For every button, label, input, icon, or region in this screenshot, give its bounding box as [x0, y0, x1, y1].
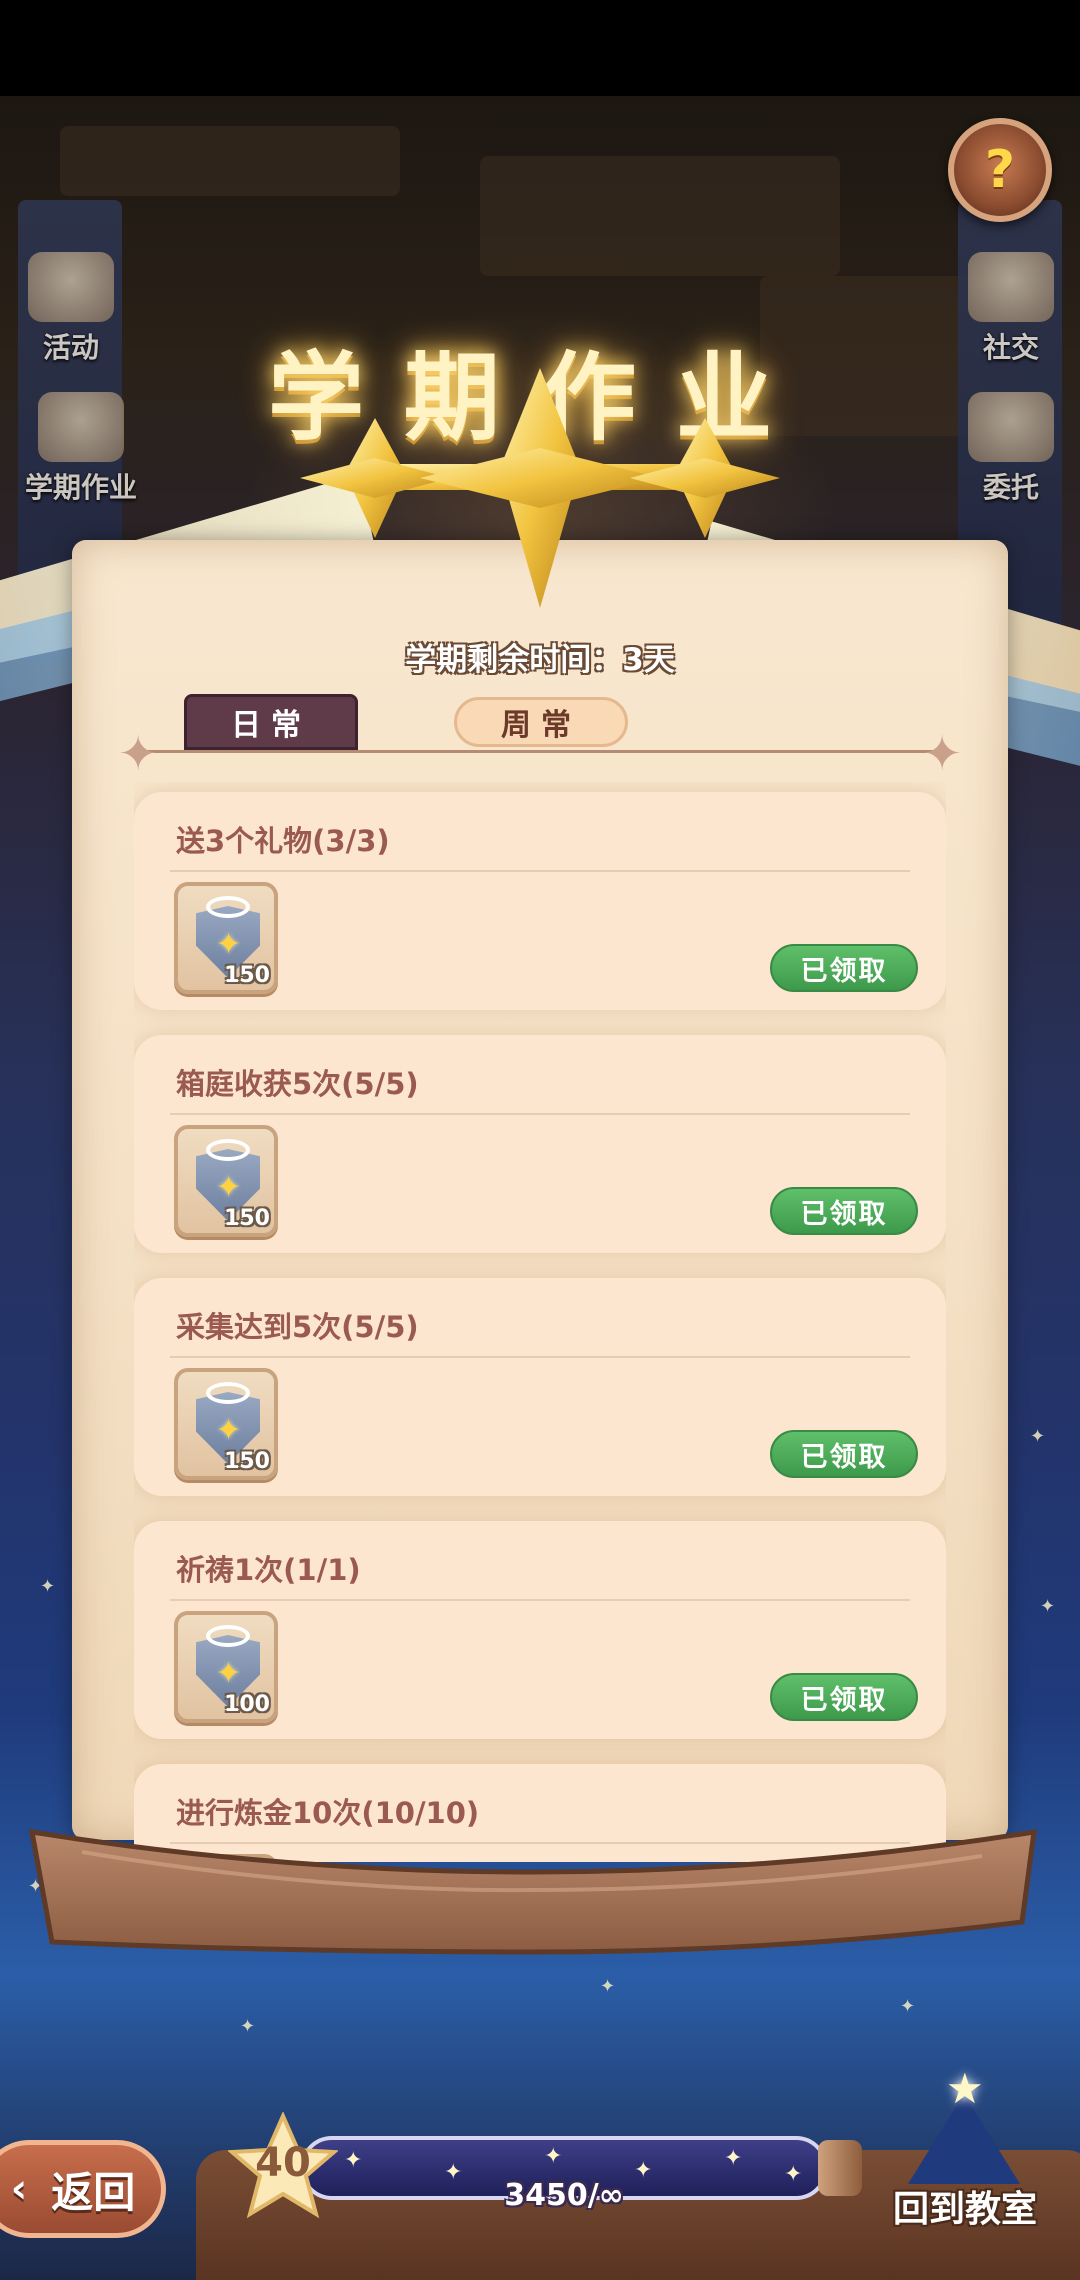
question-icon: ? [984, 140, 1016, 200]
star-gem-icon: ✦ [216, 927, 242, 962]
bow-icon [206, 1625, 250, 1647]
bow-icon [206, 1382, 250, 1404]
social-icon [968, 252, 1054, 322]
task-card: 送3个礼物(3/3) ✦ 150 已领取 [134, 792, 946, 1010]
claimed-button[interactable]: 已领取 [770, 944, 918, 992]
divider [170, 870, 910, 872]
claimed-button[interactable]: 已领取 [770, 1673, 918, 1721]
task-card: 采集达到5次(5/5) ✦ 150 已领取 [134, 1278, 946, 1496]
task-title: 采集达到5次(5/5) [176, 1310, 419, 1344]
star-gem-icon: ✦ [216, 1656, 242, 1691]
chevron-left-icon: ‹ [10, 2166, 28, 2212]
reward-item[interactable]: ✦ 150 [174, 1125, 278, 1237]
back-button[interactable]: ‹ 返回 [0, 2140, 166, 2238]
tab-underline [134, 750, 944, 753]
semester-remaining-time: 学期剩余时间：3天 [405, 642, 675, 678]
event-icon [28, 252, 114, 322]
star-gem-icon: ✦ [216, 1413, 242, 1448]
reward-amount: 150 [224, 963, 270, 988]
task-title: 祈祷1次(1/1) [176, 1553, 361, 1587]
task-list[interactable]: 送3个礼物(3/3) ✦ 150 已领取 箱庭收获5次(5/5) ✦ 150 已… [134, 782, 946, 1862]
task-title: 箱庭收获5次(5/5) [176, 1067, 419, 1101]
reward-item[interactable]: ✦ 100 [174, 1611, 278, 1723]
classroom-label: 回到教室 [892, 2189, 1037, 2230]
tab-daily[interactable]: 日常 [184, 694, 358, 750]
side-btn-label: 委托 [982, 471, 1039, 504]
star-icon: ★ [946, 2064, 984, 2113]
reward-amount: 150 [224, 1449, 270, 1474]
reward-item[interactable]: ✦ 150 [174, 882, 278, 994]
reward-amount: 150 [224, 1206, 270, 1231]
status-bar [0, 0, 1080, 96]
bow-icon [206, 896, 250, 918]
divider [170, 1356, 910, 1358]
divider [170, 1113, 910, 1115]
back-label: 返回 [51, 2167, 136, 2217]
diamond-ornament-icon: ✦ [118, 726, 159, 782]
claimed-button[interactable]: 已领取 [770, 1187, 918, 1235]
tab-weekly[interactable]: 周常 [454, 697, 628, 747]
task-card: 祈祷1次(1/1) ✦ 100 已领取 [134, 1521, 946, 1739]
star-gem-icon: ✦ [216, 1170, 242, 1205]
task-title: 送3个礼物(3/3) [176, 824, 390, 858]
diamond-ornament-icon: ✦ [922, 726, 963, 782]
scroll-roll [28, 1828, 1037, 1955]
stars-decoration-icon [300, 368, 780, 608]
task-card: 箱庭收获5次(5/5) ✦ 150 已领取 [134, 1035, 946, 1253]
reward-item[interactable]: ✦ 150 [174, 1368, 278, 1480]
claimed-button[interactable]: 已领取 [770, 1430, 918, 1478]
return-classroom-button[interactable]: ★ 回到教室 [880, 2064, 1050, 2234]
side-btn-label: 学期作业 [24, 471, 137, 504]
help-button[interactable]: ? [948, 118, 1052, 222]
divider [170, 1599, 910, 1601]
xp-text: 3450/∞ [504, 2178, 624, 2213]
bow-icon [206, 1139, 250, 1161]
reward-amount: 100 [224, 1692, 270, 1717]
